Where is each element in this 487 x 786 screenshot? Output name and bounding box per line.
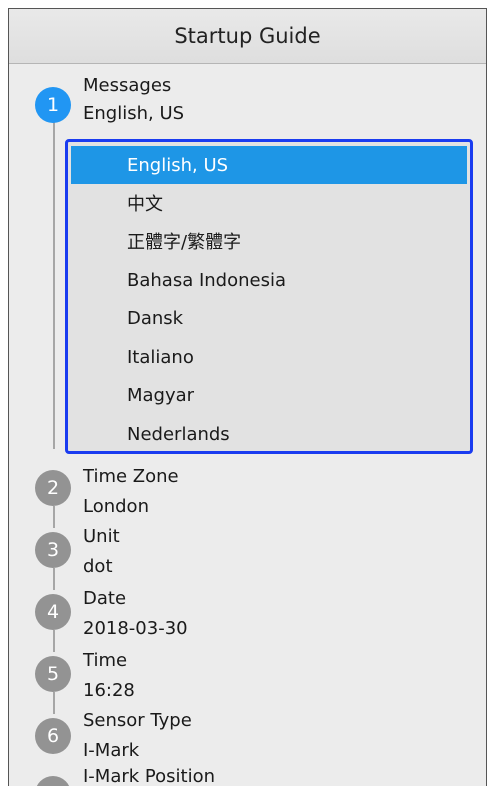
step-6-value: I-Mark — [83, 740, 140, 761]
step-1-circle: 1 — [35, 87, 71, 123]
step-5-title[interactable]: Time — [83, 650, 127, 671]
timeline-line — [53, 121, 55, 449]
language-option[interactable]: Italiano — [71, 338, 467, 376]
language-option[interactable]: 中文 — [71, 184, 467, 222]
language-option[interactable]: Nederlands — [71, 415, 467, 451]
timeline-line — [53, 568, 55, 590]
step-5-value: 16:28 — [83, 680, 135, 701]
startup-guide-panel: Startup Guide 1 Messages English, US Eng… — [8, 8, 487, 786]
step-7-title[interactable]: I-Mark Position — [83, 766, 215, 786]
step-6-title[interactable]: Sensor Type — [83, 710, 192, 731]
step-2-title[interactable]: Time Zone — [83, 466, 179, 487]
timeline-line — [53, 630, 55, 652]
language-option[interactable]: English, US — [71, 146, 467, 184]
language-option[interactable]: 正體字/繁體字 — [71, 222, 467, 260]
step-1-title[interactable]: Messages — [83, 75, 171, 96]
step-6-circle: 6 — [35, 718, 71, 754]
step-4-title[interactable]: Date — [83, 588, 126, 609]
step-3-value: dot — [83, 556, 113, 577]
language-listbox[interactable]: English, US 中文 正體字/繁體字 Bahasa Indonesia … — [65, 139, 473, 454]
language-option[interactable]: Dansk — [71, 299, 467, 337]
timeline-line — [53, 506, 55, 528]
step-3-circle: 3 — [35, 532, 71, 568]
language-option[interactable]: Bahasa Indonesia — [71, 261, 467, 299]
step-2-value: London — [83, 496, 149, 517]
timeline-line — [53, 692, 55, 714]
page-title: Startup Guide — [9, 9, 486, 64]
step-1-value: English, US — [83, 103, 185, 124]
step-4-value: 2018-03-30 — [83, 618, 188, 639]
step-4-circle: 4 — [35, 594, 71, 630]
step-2-circle: 2 — [35, 470, 71, 506]
step-3-title[interactable]: Unit — [83, 526, 120, 547]
language-option[interactable]: Magyar — [71, 376, 467, 414]
step-5-circle: 5 — [35, 656, 71, 692]
